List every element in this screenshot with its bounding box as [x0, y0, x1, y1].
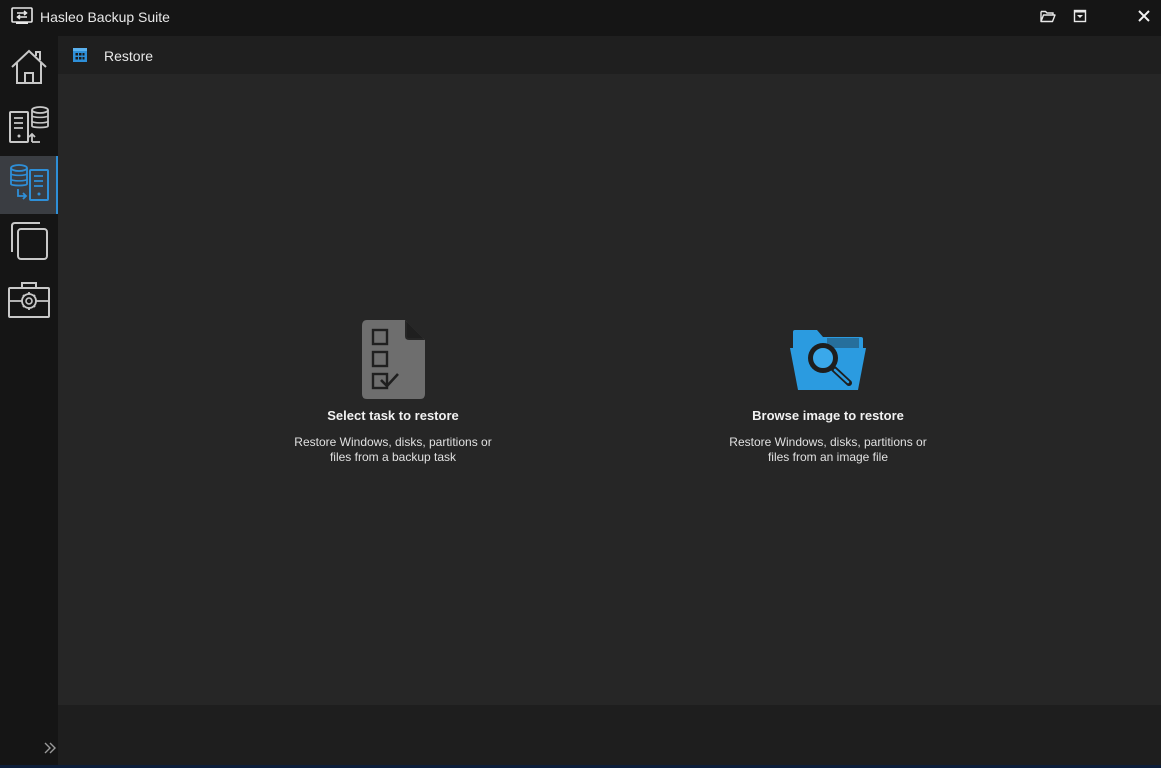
sidebar-item-clone[interactable]: [0, 214, 58, 272]
close-button[interactable]: [1132, 6, 1156, 30]
toolbox-gear-icon: [7, 279, 51, 324]
clone-icon: [8, 220, 50, 267]
minimize-icon: [1073, 9, 1087, 28]
main-content: Select task to restore Restore Windows, …: [58, 74, 1161, 705]
sidebar-item-tools[interactable]: [0, 272, 58, 330]
checklist-document-icon: [361, 320, 425, 405]
restore-icon: [8, 162, 50, 209]
select-task-option[interactable]: Select task to restore Restore Windows, …: [273, 320, 513, 465]
open-folder-icon: [1040, 9, 1056, 28]
card-title: Select task to restore: [327, 408, 459, 423]
footer-bar: [58, 705, 1161, 768]
card-desc-line: Restore Windows, disks, partitions or: [729, 435, 927, 449]
sidebar-item-backup[interactable]: [0, 98, 58, 156]
card-description: Restore Windows, disks, partitions or fi…: [273, 435, 513, 465]
card-desc-line: files from an image file: [767, 450, 889, 464]
title-bar[interactable]: Hasleo Backup Suite: [0, 0, 1161, 36]
card-description: Restore Windows, disks, partitions or fi…: [708, 435, 948, 465]
card-icon-area: [708, 320, 948, 402]
browse-image-option[interactable]: Browse image to restore Restore Windows,…: [708, 320, 948, 465]
window-title: Hasleo Backup Suite: [40, 9, 170, 25]
backup-icon: [8, 104, 50, 151]
sidebar-nav: [0, 36, 58, 768]
double-chevron-right-icon: [43, 741, 57, 760]
minimize-button[interactable]: [1068, 6, 1092, 30]
sidebar-item-restore[interactable]: [0, 156, 58, 214]
expand-sidebar-button[interactable]: [40, 740, 60, 760]
page-title: Restore: [104, 48, 154, 64]
close-icon: [1138, 9, 1150, 27]
sidebar-item-home[interactable]: [0, 40, 58, 98]
app-logo-icon: [11, 7, 33, 25]
page-header: Restore: [58, 36, 1161, 74]
app-window: Hasleo Backup Suite Restore Select task …: [0, 0, 1161, 768]
folder-search-icon: [789, 328, 867, 397]
card-icon-area: [273, 320, 513, 402]
card-desc-line: Restore Windows, disks, partitions or: [294, 435, 492, 449]
restore-grid-icon: [72, 47, 88, 63]
card-desc-line: files from a backup task: [329, 450, 457, 464]
open-folder-button[interactable]: [1036, 6, 1060, 30]
card-title: Browse image to restore: [752, 408, 904, 423]
home-icon: [9, 47, 49, 92]
